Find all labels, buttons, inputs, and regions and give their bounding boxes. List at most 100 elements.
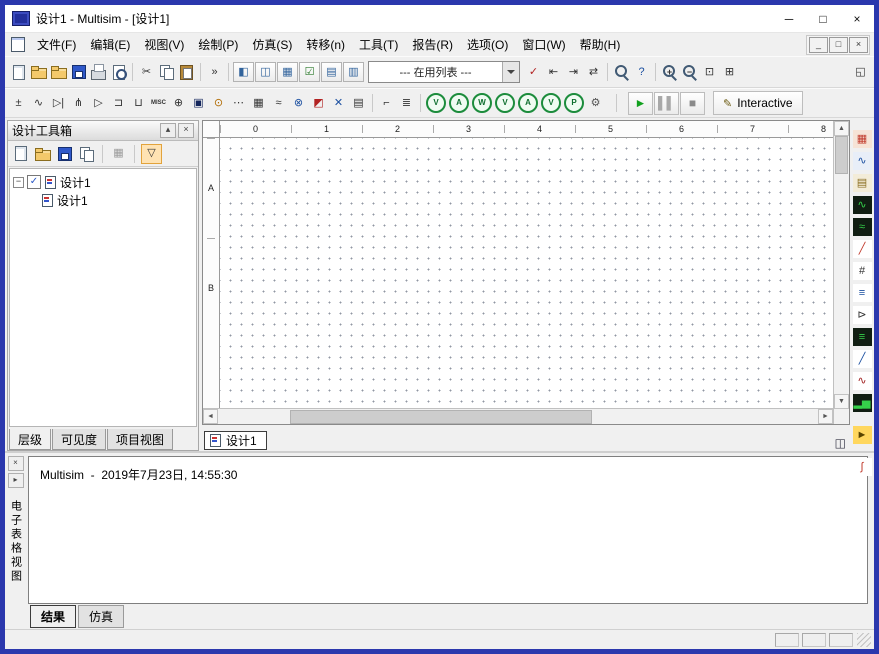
pause-simulation-button[interactable]: ▌▌: [654, 92, 679, 115]
place-mcu-icon[interactable]: ▤: [349, 94, 368, 112]
design-toolbox-header[interactable]: 设计工具箱 ▴ ×: [8, 121, 198, 141]
probe-settings-icon[interactable]: ⚙: [586, 94, 605, 112]
labview-instrument-icon[interactable]: ►: [853, 426, 872, 444]
stop-simulation-button[interactable]: ■: [680, 92, 705, 115]
place-rf-icon[interactable]: ≈: [269, 94, 288, 112]
current-clamp-icon[interactable]: ∫: [853, 458, 872, 476]
ac-voltage-probe-icon[interactable]: V: [541, 93, 561, 113]
horizontal-scrollbar[interactable]: ◄ ►: [203, 408, 833, 424]
copy-icon[interactable]: [157, 63, 176, 81]
power-probe-icon[interactable]: W: [472, 93, 492, 113]
toggle-sim-panel-icon[interactable]: ▦: [277, 62, 298, 82]
open-icon[interactable]: [33, 145, 52, 163]
tree-child-label[interactable]: 设计1: [57, 192, 88, 209]
ac-current-probe-icon[interactable]: A: [518, 93, 538, 113]
spreadsheet-tab-1[interactable]: 仿真: [78, 605, 124, 628]
new-icon[interactable]: [11, 145, 30, 163]
menu-item-1[interactable]: 编辑(E): [83, 34, 137, 55]
mdi-minimize-button[interactable]: _: [809, 37, 828, 53]
run-simulation-button[interactable]: ►: [628, 92, 653, 115]
function-generator-icon[interactable]: ∿: [853, 152, 872, 170]
horizontal-scroll-thumb[interactable]: [290, 410, 592, 424]
cut-icon[interactable]: ✂: [137, 63, 156, 81]
place-indicator-icon[interactable]: ▣: [189, 94, 208, 112]
distortion-analyzer-icon[interactable]: ∿: [853, 372, 872, 390]
menu-item-5[interactable]: 转移(n): [299, 34, 352, 55]
place-basic-icon[interactable]: ∿: [29, 94, 48, 112]
menu-item-8[interactable]: 选项(O): [460, 34, 515, 55]
design-tree[interactable]: − ✓ 设计1 设计1: [9, 168, 197, 427]
maximize-button[interactable]: □: [806, 5, 840, 32]
place-connector-icon[interactable]: ✕: [329, 94, 348, 112]
close-button[interactable]: ×: [840, 5, 874, 32]
wattmeter-icon[interactable]: ▤: [853, 174, 872, 192]
digital-probe-icon[interactable]: P: [564, 93, 584, 113]
place-advanced-peripherals-icon[interactable]: ▦: [249, 94, 268, 112]
in-use-list-dropdown[interactable]: --- 在用列表 ---: [368, 61, 520, 83]
back-annotate-icon[interactable]: ⇤: [544, 63, 563, 81]
place-ttl-icon[interactable]: ⊐: [109, 94, 128, 112]
horizontal-scroll-track[interactable]: [218, 409, 818, 424]
place-cmos-icon[interactable]: ⊔: [129, 94, 148, 112]
menu-item-0[interactable]: 文件(F): [30, 34, 83, 55]
four-channel-oscilloscope-icon[interactable]: ≈: [853, 218, 872, 236]
tree-child-row[interactable]: 设计1: [13, 191, 193, 209]
place-misc-digital-icon[interactable]: MISC: [149, 94, 168, 112]
new-icon[interactable]: [9, 63, 28, 81]
print-icon[interactable]: [89, 63, 108, 81]
menu-item-10[interactable]: 帮助(H): [573, 34, 628, 55]
vertical-scrollbar[interactable]: ▲ ▼: [833, 121, 849, 424]
toggle-design-toolbox-icon[interactable]: ◧: [233, 62, 254, 82]
schematic-canvas[interactable]: [220, 138, 833, 408]
word-generator-icon[interactable]: ≡: [853, 284, 872, 302]
toggle-spreadsheet-view-icon[interactable]: ◫: [255, 62, 276, 82]
zoom-area-icon[interactable]: ⊡: [700, 63, 719, 81]
iv-analyzer-icon[interactable]: ╱: [853, 350, 872, 368]
rename-icon[interactable]: ▦: [109, 145, 128, 163]
overflow-chevron-icon[interactable]: »: [205, 63, 224, 81]
toolbox-tab-2[interactable]: 项目视图: [107, 429, 173, 450]
scroll-right-icon[interactable]: ►: [818, 409, 833, 424]
sheet-tab-design1[interactable]: 设计1: [204, 431, 267, 450]
help-icon[interactable]: ?: [632, 63, 651, 81]
menu-item-6[interactable]: 工具(T): [352, 34, 405, 55]
current-probe-icon[interactable]: A: [449, 93, 469, 113]
save-icon[interactable]: [69, 63, 88, 81]
scroll-up-icon[interactable]: ▲: [834, 121, 849, 136]
place-electromech-icon[interactable]: ⊗: [289, 94, 308, 112]
erc-check-icon[interactable]: ✓: [524, 63, 543, 81]
zoom-out-icon[interactable]: −: [680, 63, 699, 81]
scroll-down-icon[interactable]: ▼: [834, 394, 849, 409]
print-preview-icon[interactable]: [109, 63, 128, 81]
place-transistor-icon[interactable]: ⋔: [69, 94, 88, 112]
dropdown-arrow-icon[interactable]: [502, 62, 519, 82]
place-ni-component-icon[interactable]: ◩: [309, 94, 328, 112]
tree-root-row[interactable]: − ✓ 设计1: [13, 173, 193, 191]
toggle-description-box-icon[interactable]: ▤: [321, 62, 342, 82]
expand-spreadsheet-icon[interactable]: ▸: [8, 473, 24, 488]
menu-item-3[interactable]: 绘制(P): [191, 34, 245, 55]
paste-icon[interactable]: [177, 63, 196, 81]
collapse-icon[interactable]: −: [13, 177, 24, 188]
place-power-icon[interactable]: ⊙: [209, 94, 228, 112]
vertical-scroll-thumb[interactable]: [835, 136, 848, 174]
place-analog-icon[interactable]: ▷: [89, 94, 108, 112]
results-area[interactable]: Multisim - 2019年7月23日, 14:55:30: [28, 456, 868, 604]
place-source-icon[interactable]: ±: [9, 94, 28, 112]
tree-root-label[interactable]: 设计1: [60, 174, 91, 191]
open-sample-icon[interactable]: [49, 63, 68, 81]
filter-icon[interactable]: ▽: [141, 144, 162, 164]
zoom-in-icon[interactable]: +: [660, 63, 679, 81]
find-icon[interactable]: [612, 63, 631, 81]
mdi-close-button[interactable]: ×: [849, 37, 868, 53]
close-panel-icon[interactable]: ×: [178, 123, 194, 138]
place-diode-icon[interactable]: ▷|: [49, 94, 68, 112]
vertical-scroll-track[interactable]: [834, 136, 849, 394]
minimize-button[interactable]: ─: [772, 5, 806, 32]
fullscreen-icon[interactable]: ◱: [851, 63, 870, 81]
differential-voltage-probe-icon[interactable]: V: [495, 93, 515, 113]
menu-item-2[interactable]: 视图(V): [137, 34, 191, 55]
menu-item-4[interactable]: 仿真(S): [245, 34, 299, 55]
toggle-graph-icon[interactable]: ▥: [343, 62, 364, 82]
menu-item-7[interactable]: 报告(R): [405, 34, 460, 55]
